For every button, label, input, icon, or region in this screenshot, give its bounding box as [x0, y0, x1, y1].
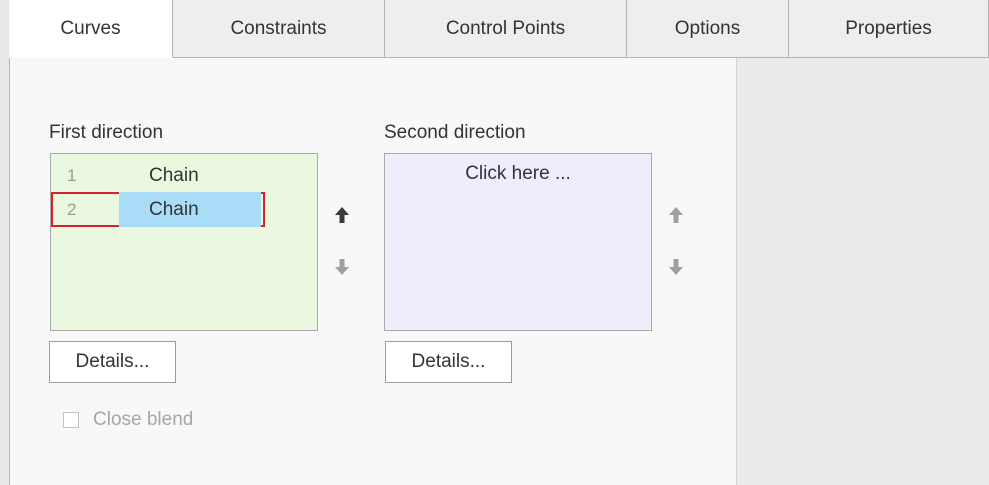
list-item-name: Chain: [149, 165, 199, 186]
close-blend-label: Close blend: [93, 409, 194, 430]
list-item-selected[interactable]: 2 Chain: [51, 192, 265, 227]
first-direction-list[interactable]: 1 Chain 2 Chain: [50, 153, 318, 331]
tab-curves-label: Curves: [60, 17, 121, 39]
side-area: [736, 58, 989, 485]
second-direction-list[interactable]: Click here ...: [384, 153, 652, 331]
list-item[interactable]: 1 Chain: [51, 158, 265, 193]
tab-constraints[interactable]: Constraints: [173, 0, 385, 58]
curves-dialog: Curves Constraints Control Points Option…: [0, 0, 989, 485]
tab-properties-label: Properties: [845, 17, 932, 39]
tab-curves[interactable]: Curves: [9, 0, 173, 58]
second-details-button[interactable]: Details...: [385, 341, 512, 383]
second-direction-placeholder[interactable]: Click here ...: [385, 154, 651, 194]
tab-constraints-label: Constraints: [230, 17, 327, 39]
arrow-down-icon[interactable]: [666, 256, 686, 278]
second-direction-label: Second direction: [384, 122, 526, 143]
arrow-up-icon[interactable]: [666, 204, 686, 226]
tab-control-points[interactable]: Control Points: [385, 0, 627, 58]
tab-bar: Curves Constraints Control Points Option…: [9, 0, 989, 58]
tab-properties[interactable]: Properties: [789, 0, 989, 58]
tab-control-points-label: Control Points: [445, 17, 566, 39]
tab-options-label: Options: [674, 17, 741, 39]
close-blend-option: Close blend: [63, 408, 193, 432]
first-direction-label: First direction: [49, 122, 164, 143]
first-details-label: Details...: [75, 351, 150, 372]
close-blend-checkbox[interactable]: [63, 412, 79, 428]
list-item-index: 2: [67, 200, 77, 219]
arrow-down-icon[interactable]: [332, 256, 352, 278]
tab-options[interactable]: Options: [627, 0, 789, 58]
first-details-button[interactable]: Details...: [49, 341, 176, 383]
curves-panel: First direction 1 Chain 2 Chain Details.…: [9, 58, 736, 485]
list-item-index: 1: [67, 166, 77, 185]
arrow-up-icon[interactable]: [332, 204, 352, 226]
second-details-label: Details...: [411, 351, 486, 372]
list-item-name: Chain: [119, 192, 261, 227]
